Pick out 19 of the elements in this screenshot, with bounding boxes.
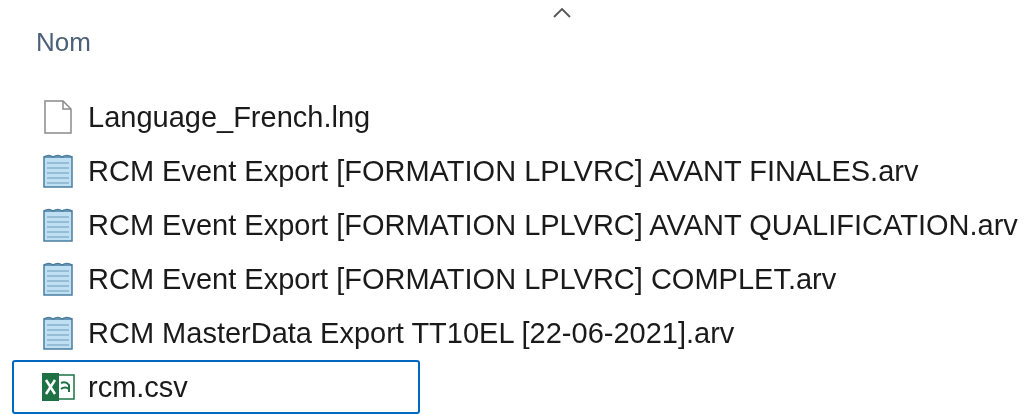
file-name: RCM Event Export [FORMATION LPLVRC] AVANT QUALIFICATION.arv [88, 208, 1018, 242]
file-row[interactable]: RCM Event Export [FORMATION LPLVRC] AVANT FINALES.arv [12, 144, 931, 198]
document-icon [44, 100, 72, 134]
file-row[interactable]: RCM Event Export [FORMATION LPLVRC] COMPLET.arv [12, 252, 849, 306]
spreadsheet-icon [41, 371, 75, 403]
file-name: Language_French.lng [88, 100, 371, 134]
file-row[interactable]: rcm.csv [12, 360, 420, 414]
file-row[interactable]: RCM MasterData Export TT10EL [22-06-2021].arv [12, 306, 747, 360]
file-name: rcm.csv [88, 370, 188, 404]
notepad-icon [41, 262, 75, 296]
notepad-icon [41, 154, 75, 188]
file-name: RCM Event Export [FORMATION LPLVRC] AVANT FINALES.arv [88, 154, 919, 188]
file-name: RCM Event Export [FORMATION LPLVRC] COMPLET.arv [88, 262, 837, 296]
notepad-icon [41, 208, 75, 242]
file-row[interactable]: Language_French.lng [12, 90, 383, 144]
notepad-icon [41, 316, 75, 350]
file-row[interactable]: RCM Event Export [FORMATION LPLVRC] AVANT QUALIFICATION.arv [12, 198, 1030, 252]
column-header[interactable]: Nom [36, 24, 91, 60]
file-name: RCM MasterData Export TT10EL [22-06-2021].arv [88, 316, 735, 350]
